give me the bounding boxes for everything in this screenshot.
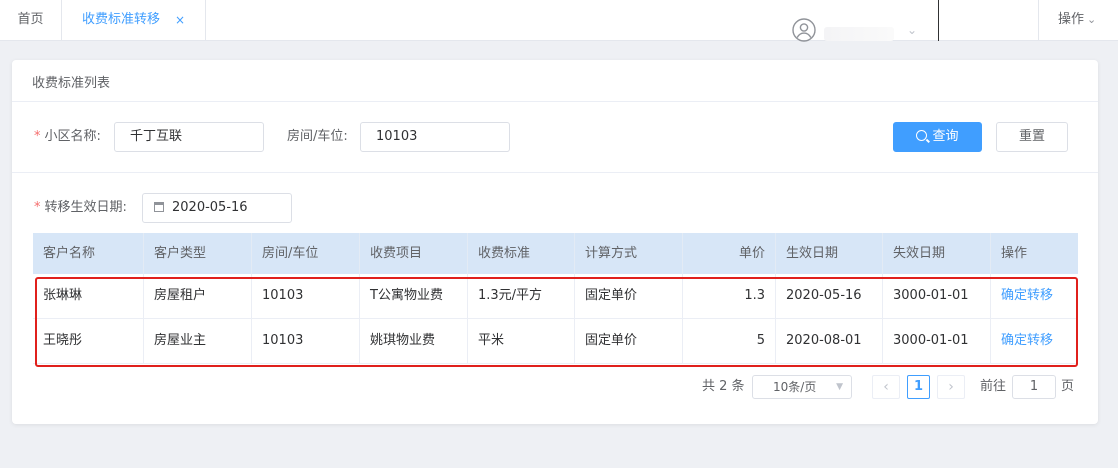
table-cell: 1.3 bbox=[683, 274, 776, 318]
divider bbox=[12, 101, 1098, 102]
goto-label: 前往 bbox=[980, 379, 1007, 394]
effective-date-label-text: 转移生效日期: bbox=[44, 200, 127, 215]
table-cell: 姚琪物业费 bbox=[360, 319, 468, 363]
card-title: 收费标准列表 bbox=[32, 76, 111, 91]
column-header: 房间/车位 bbox=[252, 233, 360, 274]
chevron-down-icon: ▼ bbox=[836, 382, 843, 392]
table-cell: 固定单价 bbox=[575, 319, 683, 363]
table-cell: 3000-01-01 bbox=[883, 319, 991, 363]
confirm-transfer-cell: 确定转移 bbox=[991, 319, 1078, 363]
user-name-redacted bbox=[824, 27, 894, 41]
page-size-value: 10条/页 bbox=[773, 380, 817, 394]
effective-date-picker[interactable]: 2020-05-16 bbox=[142, 193, 292, 223]
table-cell: 10103 bbox=[252, 274, 360, 318]
tab-home[interactable]: 首页 bbox=[0, 0, 62, 41]
page-size-select[interactable]: 10条/页 ▼ bbox=[752, 375, 852, 399]
table-cell: 1.3元/平方 bbox=[468, 274, 575, 318]
table-cell: 2020-05-16 bbox=[776, 274, 883, 318]
table-header: 客户名称 客户类型 房间/车位 收费项目 收费标准 计算方式 单价 生效日期 失… bbox=[33, 233, 1078, 274]
column-header: 操作 bbox=[1001, 246, 1028, 261]
operations-menu[interactable]: 操作 ⌄ bbox=[1058, 0, 1096, 40]
column-header: 收费项目 bbox=[360, 233, 468, 274]
fee-standard-card: 收费标准列表 * 小区名称: 千丁互联 房间/车位: 10103 查询 重置 * 转… bbox=[12, 60, 1098, 424]
calendar-icon bbox=[154, 202, 164, 212]
search-button[interactable]: 查询 bbox=[893, 122, 982, 152]
column-header: 计算方式 bbox=[575, 233, 683, 274]
divider bbox=[938, 0, 939, 41]
table-cell: 平米 bbox=[468, 319, 575, 363]
table-cell: 5 bbox=[683, 319, 776, 363]
chevron-down-icon[interactable]: ⌄ bbox=[907, 23, 917, 37]
top-bar: 首页 收费标准转移 × ⌄ 操作 ⌄ bbox=[0, 0, 1118, 42]
room-input[interactable]: 10103 bbox=[360, 122, 510, 152]
tab-fee-standard-transfer[interactable]: 收费标准转移 × bbox=[62, 0, 206, 41]
column-header: 单价 bbox=[683, 233, 776, 274]
table-row: 王晓彤 房屋业主 10103 姚琪物业费 平米 固定单价 5 2020-08-0… bbox=[33, 319, 1078, 364]
fee-standard-table: 客户名称 客户类型 房间/车位 收费项目 收费标准 计算方式 单价 生效日期 失… bbox=[33, 233, 1078, 364]
user-avatar-icon bbox=[792, 18, 816, 42]
column-header: 生效日期 bbox=[776, 233, 883, 274]
goto-page-input[interactable]: 1 bbox=[1012, 375, 1056, 399]
confirm-transfer-cell: 确定转移 bbox=[991, 274, 1078, 318]
tab-label: 收费标准转移 bbox=[82, 12, 161, 27]
effective-date-label: * 转移生效日期: bbox=[34, 193, 127, 223]
column-header: 收费标准 bbox=[468, 233, 575, 274]
community-input[interactable]: 千丁互联 bbox=[114, 122, 264, 152]
search-button-label: 查询 bbox=[932, 129, 959, 144]
table-cell: 王晓彤 bbox=[33, 319, 144, 363]
column-header: 客户类型 bbox=[144, 233, 252, 274]
required-mark: * bbox=[34, 129, 41, 144]
table-cell: T公寓物业费 bbox=[360, 274, 468, 318]
next-page-button[interactable]: › bbox=[937, 375, 965, 399]
table-cell: 房屋业主 bbox=[144, 319, 252, 363]
divider bbox=[1038, 0, 1039, 41]
community-label: * 小区名称: bbox=[34, 122, 101, 152]
user-menu[interactable]: ⌄ bbox=[790, 6, 930, 42]
column-header: 失效日期 bbox=[883, 233, 991, 274]
page-number-current[interactable]: 1 bbox=[907, 375, 930, 399]
close-icon[interactable]: × bbox=[175, 0, 185, 40]
required-mark: * bbox=[34, 200, 41, 215]
room-label: 房间/车位: bbox=[287, 129, 348, 144]
table-row: 张琳琳 房屋租户 10103 T公寓物业费 1.3元/平方 固定单价 1.3 2… bbox=[33, 274, 1078, 319]
chevron-down-icon: ⌄ bbox=[1087, 13, 1097, 26]
table-cell: 2020-08-01 bbox=[776, 319, 883, 363]
table-cell: 张琳琳 bbox=[33, 274, 144, 318]
effective-date-value: 2020-05-16 bbox=[172, 200, 248, 215]
table-cell: 房屋租户 bbox=[144, 274, 252, 318]
reset-button[interactable]: 重置 bbox=[996, 122, 1068, 152]
confirm-transfer-link[interactable]: 确定转移 bbox=[1001, 333, 1053, 348]
column-header: 客户名称 bbox=[33, 233, 144, 274]
search-icon bbox=[916, 130, 928, 141]
community-label-text: 小区名称: bbox=[44, 129, 101, 144]
pagination-total: 共 2 条 bbox=[702, 379, 745, 394]
table-cell: 10103 bbox=[252, 319, 360, 363]
prev-page-button[interactable]: ‹ bbox=[872, 375, 900, 399]
confirm-transfer-link[interactable]: 确定转移 bbox=[1001, 288, 1053, 303]
table-cell: 3000-01-01 bbox=[883, 274, 991, 318]
table-cell: 固定单价 bbox=[575, 274, 683, 318]
operations-label: 操作 bbox=[1058, 12, 1085, 27]
divider bbox=[12, 172, 1098, 173]
page-suffix: 页 bbox=[1061, 379, 1075, 394]
